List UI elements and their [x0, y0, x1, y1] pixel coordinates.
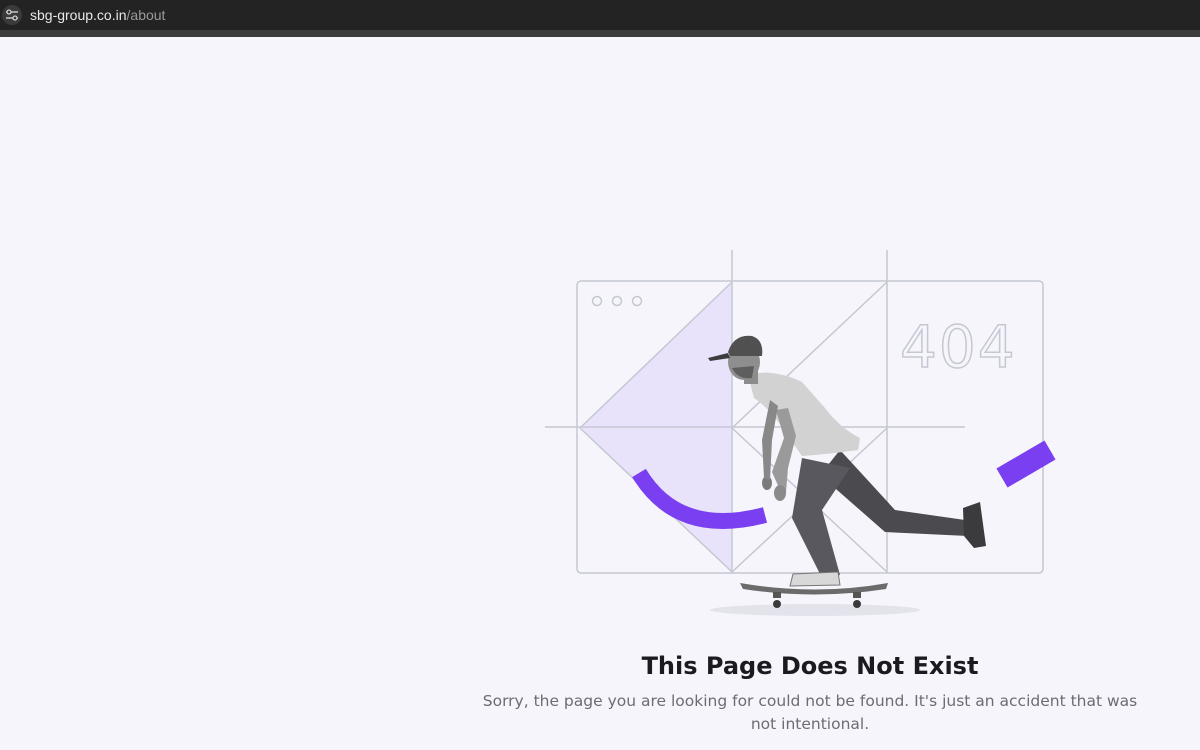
404-illustration: 404: [545, 250, 1056, 616]
404-text: 404: [900, 313, 1017, 381]
skateboard-shadow: [710, 604, 920, 616]
browser-address-bar: sbg-group.co.in/about: [0, 0, 1200, 30]
tune-icon: [6, 9, 18, 21]
window-dot-3: [631, 295, 643, 307]
url-host: sbg-group.co.in: [30, 7, 127, 23]
window-dot-2: [611, 295, 623, 307]
page-title: This Page Does Not Exist: [641, 652, 979, 680]
toolbar-divider: [0, 30, 1200, 37]
site-info-button[interactable]: [2, 5, 22, 25]
url-field[interactable]: sbg-group.co.in/about: [30, 7, 165, 23]
window-dot-1: [591, 295, 603, 307]
error-message: Sorry, the page you are looking for coul…: [482, 692, 1138, 733]
url-path: /about: [126, 7, 166, 23]
